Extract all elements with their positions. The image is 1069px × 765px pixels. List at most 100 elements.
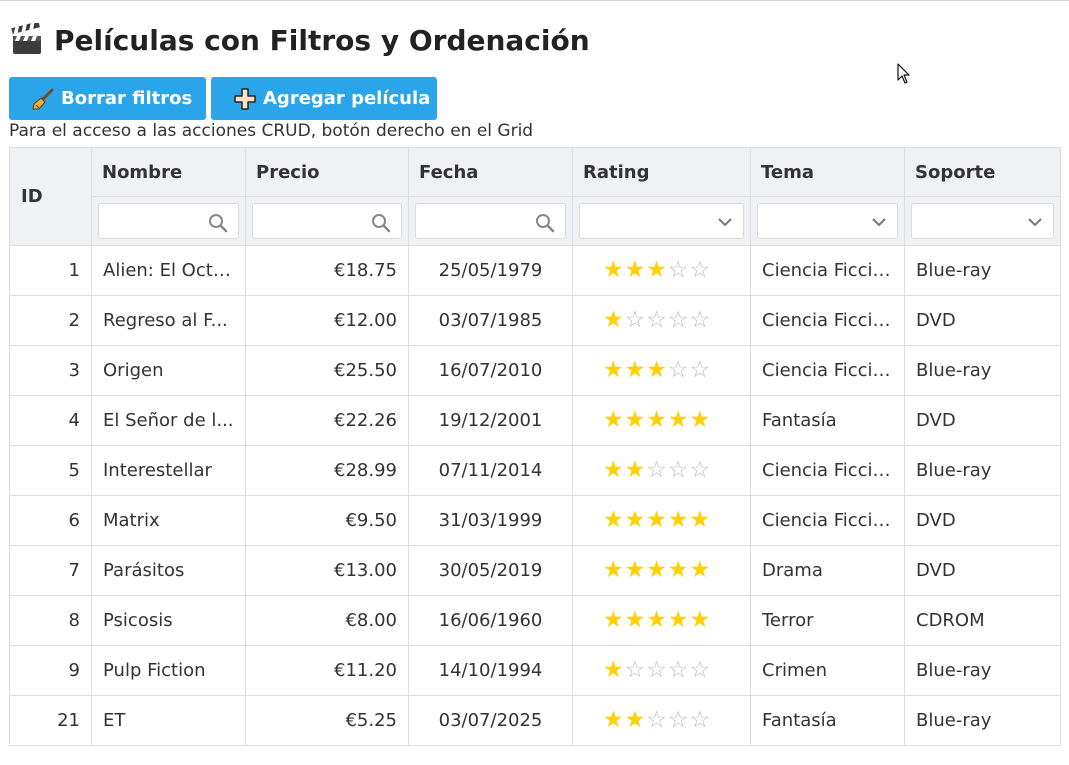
cell-id: 5 [9, 445, 92, 496]
column-header-nombre[interactable]: Nombre [91, 147, 246, 197]
chevron-down-icon [1028, 218, 1042, 227]
star-filled-icon: ★ [624, 357, 646, 383]
cell-soporte: Blue-ray [904, 345, 1061, 396]
star-empty-icon: ☆ [689, 307, 711, 333]
cell-tema: Terror [750, 595, 905, 646]
cell-precio: €22.26 [245, 395, 409, 446]
star-filled-icon: ★ [667, 607, 689, 633]
mouse-cursor-icon [897, 63, 910, 84]
cell-id: 1 [9, 245, 92, 296]
star-empty-icon: ☆ [646, 707, 667, 733]
star-rating: ★ ★ ★ ★ ★ [584, 559, 710, 582]
star-filled-icon: ★ [646, 607, 667, 633]
broom-icon [32, 88, 54, 109]
star-empty-icon: ☆ [689, 357, 711, 383]
table-row[interactable]: 9 Pulp Fiction €11.20 14/10/1994 ★ ☆ ☆ ☆ ☆ Crimen… [9, 645, 1061, 696]
search-icon [209, 214, 228, 233]
grid-body: 1 Alien: El Octa... €18.75 25/05/1979 ★ ★ ★ ☆ ☆ C… [9, 245, 1061, 746]
cell-fecha: 14/10/1994 [408, 645, 573, 696]
star-filled-icon: ★ [646, 407, 667, 433]
cell-tema: Ciencia Ficción [750, 445, 905, 496]
filter-nombre-input[interactable] [98, 203, 239, 239]
top-divider [0, 0, 1069, 1]
movies-grid[interactable]: ID Nombre Precio Fecha Rating Tema Sopor… [9, 147, 1061, 746]
star-empty-icon: ☆ [667, 457, 689, 483]
table-row[interactable]: 21 ET €5.25 03/07/2025 ★ ★ ☆ ☆ ☆ Fantasía Blue-ray [9, 695, 1061, 746]
star-empty-icon: ☆ [667, 307, 689, 333]
filter-soporte-select[interactable] [911, 203, 1054, 239]
table-row[interactable]: 6 Matrix €9.50 31/03/1999 ★ ★ ★ ★ ★ Ciencia Ficci… [9, 495, 1061, 546]
star-rating: ★ ★ ★ ★ ★ [584, 609, 710, 632]
star-filled-icon: ★ [646, 507, 667, 533]
cell-precio: €9.50 [245, 495, 409, 546]
star-filled-icon: ★ [624, 407, 646, 433]
cell-id: 21 [9, 695, 92, 746]
star-empty-icon: ☆ [646, 657, 667, 683]
cell-nombre: Parásitos [91, 545, 246, 596]
star-filled-icon: ★ [603, 357, 624, 383]
star-filled-icon: ★ [603, 407, 624, 433]
star-filled-icon: ★ [624, 507, 646, 533]
page-title: Películas con Filtros y Ordenación [10, 20, 590, 60]
filter-precio-input[interactable] [252, 203, 402, 239]
cell-fecha: 16/07/2010 [408, 345, 573, 396]
clear-filters-button[interactable]: Borrar filtros [9, 77, 206, 120]
cell-fecha: 16/06/1960 [408, 595, 573, 646]
plus-icon [234, 87, 256, 110]
star-empty-icon: ☆ [667, 257, 689, 283]
cell-fecha: 19/12/2001 [408, 395, 573, 446]
cell-nombre: El Señor de l... [91, 395, 246, 446]
filter-rating-select[interactable] [579, 203, 744, 239]
column-header-id[interactable]: ID [9, 147, 92, 246]
cell-id: 6 [9, 495, 92, 546]
column-header-precio[interactable]: Precio [245, 147, 409, 197]
star-filled-icon: ★ [624, 457, 646, 483]
star-rating: ★ ★ ★ ☆ ☆ [584, 259, 710, 282]
cell-precio: €8.00 [245, 595, 409, 646]
column-header-fecha[interactable]: Fecha [408, 147, 573, 197]
cell-id: 9 [9, 645, 92, 696]
cell-soporte: DVD [904, 295, 1061, 346]
column-header-tema[interactable]: Tema [750, 147, 905, 197]
star-empty-icon: ☆ [689, 657, 711, 683]
filter-tema-select[interactable] [757, 203, 898, 239]
table-row[interactable]: 4 El Señor de l... €22.26 19/12/2001 ★ ★ ★ ★ ★ Fa… [9, 395, 1061, 446]
cell-rating: ★ ☆ ☆ ☆ ☆ [572, 645, 751, 696]
table-row[interactable]: 3 Origen €25.50 16/07/2010 ★ ★ ★ ☆ ☆ Ciencia Ficc… [9, 345, 1061, 396]
cell-precio: €25.50 [245, 345, 409, 396]
star-rating: ★ ☆ ☆ ☆ ☆ [584, 659, 710, 682]
search-icon [536, 214, 555, 233]
star-empty-icon: ☆ [689, 457, 711, 483]
star-empty-icon: ☆ [667, 707, 689, 733]
cell-nombre: ET [91, 695, 246, 746]
column-header-rating[interactable]: Rating [572, 147, 751, 197]
star-filled-icon: ★ [689, 507, 711, 533]
cell-rating: ★ ★ ☆ ☆ ☆ [572, 445, 751, 496]
cell-precio: €13.00 [245, 545, 409, 596]
cell-nombre: Pulp Fiction [91, 645, 246, 696]
star-filled-icon: ★ [624, 257, 646, 283]
star-empty-icon: ☆ [624, 657, 646, 683]
table-row[interactable]: 1 Alien: El Octa... €18.75 25/05/1979 ★ ★ ★ ☆ ☆ C… [9, 245, 1061, 296]
cell-rating: ★ ★ ★ ☆ ☆ [572, 245, 751, 296]
star-empty-icon: ☆ [689, 257, 711, 283]
table-row[interactable]: 5 Interestellar €28.99 07/11/2014 ★ ★ ☆ ☆ ☆ Cienc… [9, 445, 1061, 496]
column-header-soporte[interactable]: Soporte [904, 147, 1061, 197]
cell-soporte: DVD [904, 495, 1061, 546]
star-filled-icon: ★ [603, 457, 624, 483]
cell-nombre: Psicosis [91, 595, 246, 646]
cell-nombre: Origen [91, 345, 246, 396]
filter-fecha-input[interactable] [415, 203, 566, 239]
cell-precio: €28.99 [245, 445, 409, 496]
table-row[interactable]: 8 Psicosis €8.00 16/06/1960 ★ ★ ★ ★ ★ Terror CDROM [9, 595, 1061, 646]
cell-soporte: CDROM [904, 595, 1061, 646]
cell-id: 8 [9, 595, 92, 646]
add-movie-label: Agregar película [263, 88, 431, 109]
table-row[interactable]: 7 Parásitos €13.00 30/05/2019 ★ ★ ★ ★ ★ Drama DVD [9, 545, 1061, 596]
add-movie-button[interactable]: Agregar película [211, 77, 437, 120]
cell-rating: ★ ★ ★ ★ ★ [572, 545, 751, 596]
cell-nombre: Interestellar [91, 445, 246, 496]
cell-precio: €12.00 [245, 295, 409, 346]
table-row[interactable]: 2 Regreso al F... €12.00 03/07/1985 ★ ☆ ☆ ☆ ☆ Cie… [9, 295, 1061, 346]
cell-rating: ★ ★ ★ ★ ★ [572, 395, 751, 446]
